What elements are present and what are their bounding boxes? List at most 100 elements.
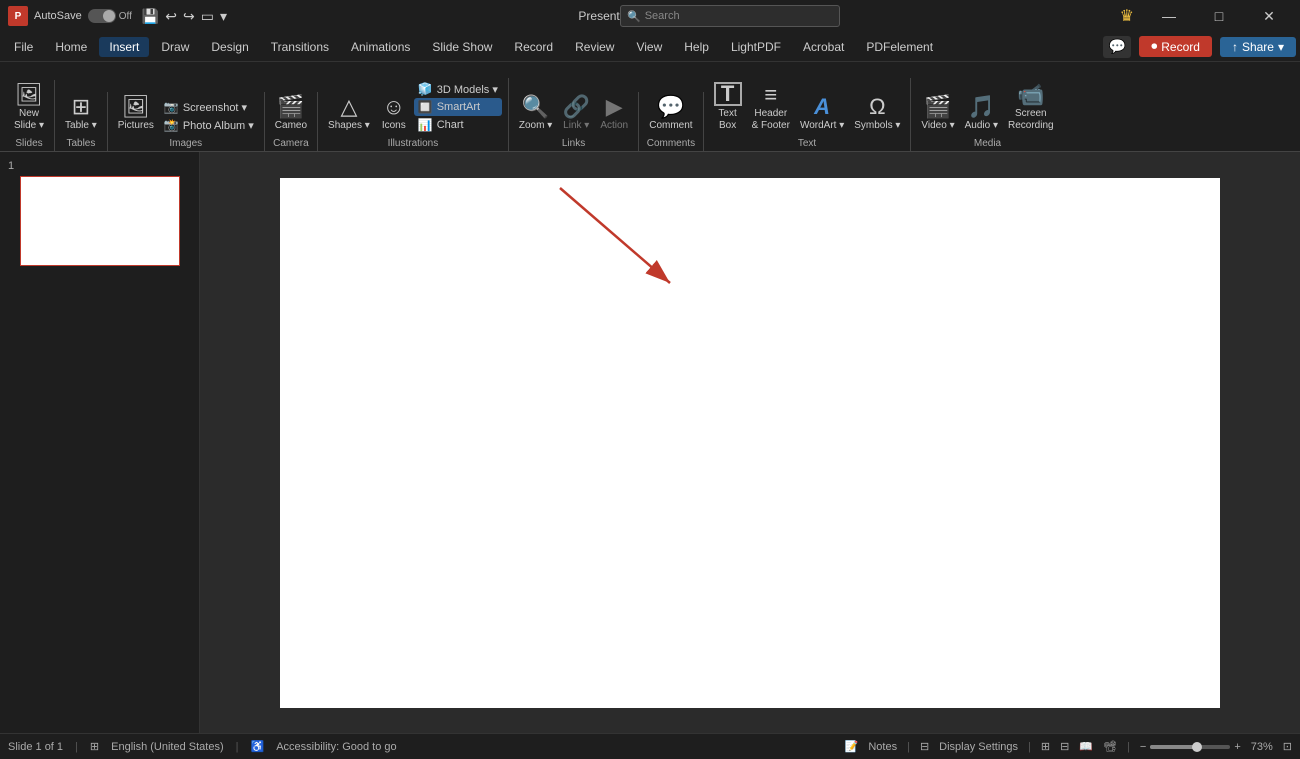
audio-button[interactable]: 🎵 Audio ▾ (961, 94, 1002, 134)
menu-pdfelement[interactable]: PDFelement (856, 37, 943, 57)
share-icon: ↑ (1232, 40, 1238, 54)
symbols-button[interactable]: Ω Symbols ▾ (850, 94, 904, 134)
link-icon: 🔗 (563, 96, 590, 118)
wordart-button[interactable]: A WordArt ▾ (796, 94, 848, 134)
present-icon[interactable]: ▭ (201, 8, 214, 25)
presenter-view-icon[interactable]: 📽 (1103, 740, 1117, 753)
screen-recording-button[interactable]: 📹 ScreenRecording (1004, 82, 1058, 134)
menu-review[interactable]: Review (565, 37, 624, 57)
menu-file[interactable]: File (4, 37, 43, 57)
text-box-label: TextBox (718, 108, 736, 132)
display-settings-label[interactable]: Display Settings (939, 741, 1018, 753)
screenshot-icon: 📷 (164, 100, 179, 114)
smartart-button[interactable]: 🔲 SmartArt (414, 98, 502, 116)
accessibility-status: Accessibility: Good to go (276, 741, 396, 753)
link-label: Link ▾ (563, 120, 589, 132)
fit-slide-icon[interactable]: ⊞ (90, 740, 99, 753)
3d-models-label: 3D Models ▾ (437, 83, 498, 96)
ribbon-group-slides-items: 🖼 NewSlide ▾ (10, 82, 48, 134)
icons-icon: ☺ (383, 96, 405, 118)
slide-info: Slide 1 of 1 (8, 741, 63, 753)
shapes-icon: △ (340, 96, 357, 118)
screenshot-button[interactable]: 📷 Screenshot ▾ (160, 98, 258, 116)
fit-page-icon[interactable]: ⊡ (1283, 740, 1292, 753)
3d-models-button[interactable]: 🧊 3D Models ▾ (414, 80, 502, 98)
cameo-icon: 🎬 (277, 96, 304, 118)
new-slide-icon: 🖼 (15, 84, 43, 106)
menu-animations[interactable]: Animations (341, 37, 420, 57)
record-button[interactable]: ⏺ Record (1139, 36, 1212, 57)
search-box[interactable]: 🔍 Search (620, 5, 840, 27)
screen-recording-icon: 📹 (1017, 84, 1044, 106)
table-button[interactable]: ⊞ Table ▾ (61, 94, 101, 134)
autosave-toggle[interactable]: Off (88, 9, 132, 23)
symbols-label: Symbols ▾ (854, 120, 900, 132)
action-label: Action (600, 120, 628, 132)
slide-thumbnail[interactable] (20, 176, 180, 266)
video-button[interactable]: 🎬 Video ▾ (917, 94, 958, 134)
zoom-level[interactable]: 73% (1251, 741, 1273, 753)
photo-album-button[interactable]: 📸 Photo Album ▾ (160, 116, 258, 134)
undo-icon[interactable]: ↩ (165, 8, 177, 25)
chart-button[interactable]: 📊 Chart (414, 116, 502, 134)
notes-label[interactable]: Notes (868, 741, 897, 753)
3d-models-icon: 🧊 (418, 82, 433, 96)
minimize-button[interactable]: — (1146, 0, 1192, 32)
app-icon: P (8, 6, 28, 26)
share-button[interactable]: ↑ Share ▾ (1220, 37, 1296, 57)
menu-slideshow[interactable]: Slide Show (422, 37, 502, 57)
icons-button[interactable]: ☺ Icons (376, 94, 412, 134)
cameo-label: Cameo (275, 120, 307, 132)
record-icon: ⏺ (1151, 39, 1157, 54)
link-button[interactable]: 🔗 Link ▾ (558, 94, 594, 134)
ribbon-group-tables: ⊞ Table ▾ Tables (55, 92, 108, 151)
slide-sorter-icon[interactable]: ⊟ (1060, 740, 1069, 753)
save-icon[interactable]: 💾 (142, 8, 159, 25)
menu-lightpdf[interactable]: LightPDF (721, 37, 791, 57)
redo-icon[interactable]: ↪ (183, 8, 195, 25)
menu-draw[interactable]: Draw (151, 37, 199, 57)
ribbon-group-illustrations: △ Shapes ▾ ☺ Icons 🧊 3D Models ▾ 🔲 Smart… (318, 78, 509, 151)
menu-home[interactable]: Home (45, 37, 97, 57)
menu-insert[interactable]: Insert (99, 37, 149, 57)
zoom-track[interactable] (1150, 745, 1230, 749)
comment-ribbon-icon: 💬 (657, 96, 684, 118)
zoom-thumb[interactable] (1192, 742, 1202, 752)
menu-bar: File Home Insert Draw Design Transitions… (0, 32, 1300, 62)
status-divider-2: | (236, 741, 239, 753)
new-slide-button[interactable]: 🖼 NewSlide ▾ (10, 82, 48, 134)
menu-view[interactable]: View (626, 37, 672, 57)
menu-help[interactable]: Help (674, 37, 719, 57)
text-box-icon: T (714, 82, 742, 106)
reading-view-icon[interactable]: 📖 (1079, 740, 1093, 753)
autosave-label: AutoSave (34, 10, 82, 22)
customize-icon[interactable]: ▾ (220, 8, 227, 25)
slide-number: 1 (8, 160, 191, 172)
shapes-button[interactable]: △ Shapes ▾ (324, 94, 374, 134)
zoom-out-icon[interactable]: − (1140, 741, 1146, 753)
pictures-button[interactable]: 🖼 Pictures (114, 94, 158, 134)
header-footer-button[interactable]: ≡ Header& Footer (748, 82, 794, 134)
close-button[interactable]: ✕ (1246, 0, 1292, 32)
cameo-button[interactable]: 🎬 Cameo (271, 94, 311, 134)
comment-button[interactable]: 💬 (1103, 36, 1131, 58)
header-footer-label: Header& Footer (752, 108, 790, 132)
ribbon-group-slides: 🖼 NewSlide ▾ Slides (4, 80, 55, 151)
menu-acrobat[interactable]: Acrobat (793, 37, 854, 57)
action-button[interactable]: ▶ Action (596, 94, 632, 134)
normal-view-icon[interactable]: ⊞ (1041, 740, 1050, 753)
menu-transitions[interactable]: Transitions (261, 37, 339, 57)
zoom-button[interactable]: 🔍 Zoom ▾ (515, 94, 556, 134)
zoom-in-icon[interactable]: + (1234, 741, 1240, 753)
slide-canvas[interactable] (280, 178, 1220, 708)
menu-record[interactable]: Record (504, 37, 563, 57)
canvas-area[interactable] (200, 152, 1300, 733)
text-box-button[interactable]: T TextBox (710, 80, 746, 134)
maximize-button[interactable]: □ (1196, 0, 1242, 32)
title-bar-right: ♛ — □ ✕ (1120, 0, 1292, 32)
arrow-annotation (280, 178, 1220, 708)
menu-design[interactable]: Design (201, 37, 258, 57)
status-divider-3: | (907, 741, 910, 753)
comment-ribbon-button[interactable]: 💬 Comment (645, 94, 696, 134)
comment-ribbon-label: Comment (649, 120, 692, 132)
